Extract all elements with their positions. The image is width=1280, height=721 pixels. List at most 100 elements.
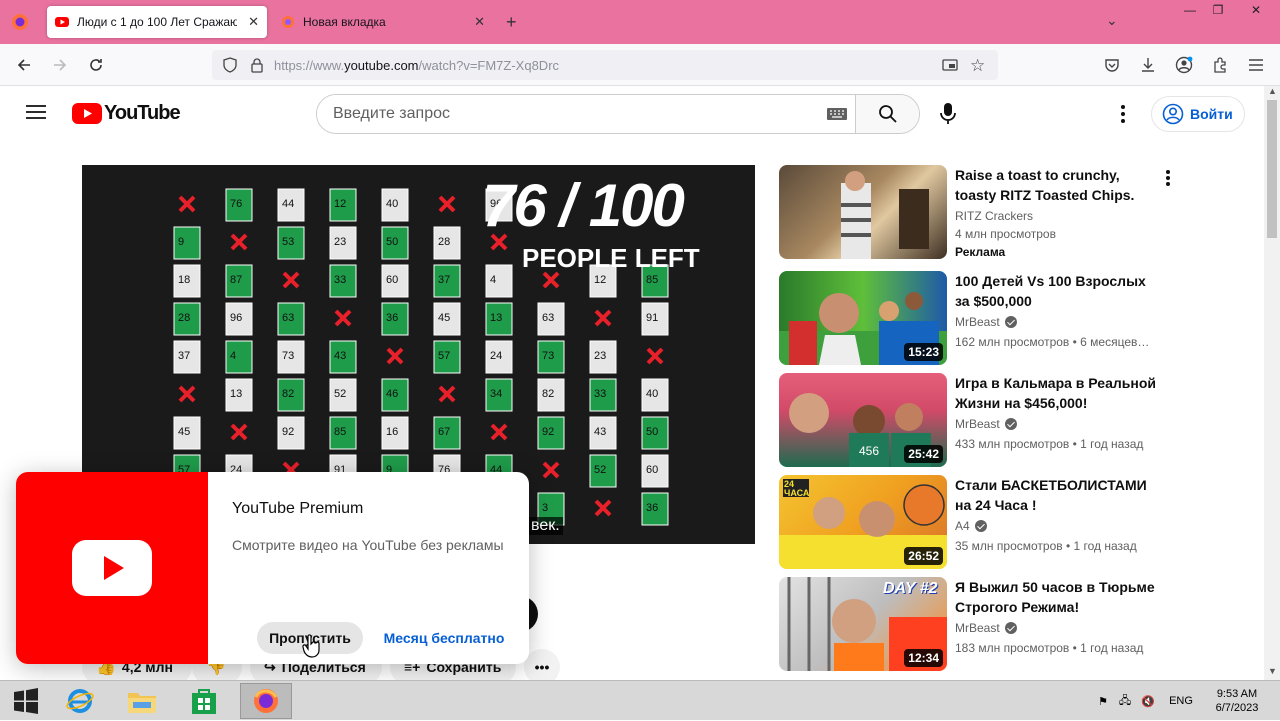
scroll-down-arrow-icon[interactable]: ▼ bbox=[1268, 666, 1277, 676]
seat-number: 82 bbox=[542, 388, 554, 400]
windows-logo-icon bbox=[14, 688, 38, 714]
video-title[interactable]: Я Выжил 50 часов в Тюрьме Строгого Режим… bbox=[955, 577, 1163, 617]
people-left-counter: 76 / 100 bbox=[482, 171, 685, 240]
related-video-ad[interactable]: Raise a toast to crunchy, toasty RITZ To… bbox=[779, 165, 1179, 261]
volume-muted-icon[interactable]: 🔇 bbox=[1136, 695, 1160, 708]
seat-number: 45 bbox=[438, 312, 450, 324]
video-duration: 15:23 bbox=[904, 343, 943, 361]
related-video[interactable]: 15:23 100 Детей Vs 100 Взрослых за $500,… bbox=[779, 271, 1179, 367]
seat-number: 50 bbox=[646, 426, 658, 438]
seat-number: 60 bbox=[646, 464, 658, 476]
firefox-menu-icon[interactable] bbox=[10, 12, 30, 32]
new-tab-plus-icon[interactable]: + bbox=[506, 12, 517, 33]
video-duration: 12:34 bbox=[904, 649, 943, 667]
input-language[interactable]: ENG bbox=[1160, 695, 1202, 707]
scrollbar-thumb[interactable] bbox=[1267, 100, 1277, 238]
file-explorer-taskbar-icon[interactable] bbox=[116, 683, 168, 719]
more-actions-button[interactable]: ••• bbox=[524, 649, 560, 680]
channel-name[interactable]: RITZ Crackers bbox=[955, 209, 1033, 223]
seat-number: 45 bbox=[178, 426, 190, 438]
picture-in-picture-icon[interactable] bbox=[942, 57, 958, 78]
video-thumbnail[interactable]: 456 25:42 bbox=[779, 373, 947, 467]
youtube-logo-text: YouTube bbox=[104, 102, 181, 124]
internet-explorer-taskbar-icon[interactable] bbox=[54, 683, 106, 719]
network-icon[interactable]: 🖧 bbox=[1114, 692, 1136, 711]
list-all-tabs-chevron-icon[interactable]: ⌄ bbox=[1106, 12, 1118, 29]
minimize-window-icon[interactable]: — bbox=[1176, 0, 1204, 20]
seat-number: 37 bbox=[438, 274, 450, 286]
start-button[interactable] bbox=[0, 683, 52, 719]
voice-search-mic-icon[interactable] bbox=[940, 103, 956, 130]
keyboard-icon[interactable] bbox=[827, 107, 847, 126]
verified-badge-icon bbox=[974, 520, 987, 532]
extensions-icon[interactable] bbox=[1208, 53, 1232, 77]
video-title[interactable]: Стали БАСКЕТБОЛИСТАМИ на 24 Часа ! bbox=[955, 475, 1163, 515]
related-video[interactable]: DAY #2 12:34 Я Выжил 50 часов в Тюрьме С… bbox=[779, 577, 1179, 673]
video-thumbnail[interactable]: 24 ЧАСА 26:52 bbox=[779, 475, 947, 569]
related-video[interactable]: 24 ЧАСА 26:52 Стали БАСКЕТБОЛИСТАМИ на 2… bbox=[779, 475, 1179, 571]
sign-in-button[interactable]: Войти bbox=[1151, 96, 1245, 132]
seat-number: 73 bbox=[542, 350, 554, 362]
seat-number: 60 bbox=[386, 274, 398, 286]
seat-number: 63 bbox=[542, 312, 554, 324]
clock[interactable]: 9:53 AM 6/7/2023 bbox=[1202, 687, 1272, 715]
microsoft-store-taskbar-icon[interactable] bbox=[178, 683, 230, 719]
video-title[interactable]: 100 Детей Vs 100 Взрослых за $500,000 bbox=[955, 271, 1163, 311]
counter-text: 76 / 100 bbox=[482, 172, 685, 239]
downloads-icon[interactable] bbox=[1136, 53, 1160, 77]
seat-number: 28 bbox=[178, 312, 190, 324]
video-thumbnail[interactable] bbox=[779, 165, 947, 259]
windows-taskbar: ⚑ 🖧 🔇 ENG 9:53 AM 6/7/2023 bbox=[0, 680, 1280, 720]
premium-banner bbox=[16, 472, 208, 664]
youtube-logo[interactable]: YouTube bbox=[72, 102, 181, 125]
search-button[interactable] bbox=[855, 95, 919, 133]
free-trial-button[interactable]: Месяц бесплатно bbox=[378, 622, 510, 654]
account-icon[interactable] bbox=[1172, 53, 1196, 77]
promo-description: Смотрите видео на YouTube без рекламы bbox=[232, 537, 504, 553]
more-settings-icon[interactable] bbox=[1120, 104, 1126, 129]
channel-name[interactable]: MrBeast bbox=[955, 417, 1017, 431]
tab-youtube-video[interactable]: Люди с 1 до 100 Лет Сражаются ✕ bbox=[47, 6, 267, 38]
back-arrow-icon[interactable] bbox=[12, 53, 36, 77]
seat-number: 43 bbox=[334, 350, 346, 362]
action-center-flag-icon[interactable]: ⚑ bbox=[1092, 695, 1114, 708]
video-duration: 26:52 bbox=[904, 547, 943, 565]
address-bar[interactable]: https://www.youtube.com/watch?v=FM7Z-Xq8… bbox=[212, 50, 998, 80]
channel-name[interactable]: A4 bbox=[955, 519, 987, 533]
shield-icon[interactable] bbox=[222, 57, 238, 78]
hamburger-menu-icon[interactable] bbox=[1244, 53, 1268, 77]
close-tab-icon[interactable]: ✕ bbox=[248, 14, 259, 30]
channel-name[interactable]: MrBeast bbox=[955, 315, 1017, 329]
forward-arrow-icon[interactable] bbox=[48, 53, 72, 77]
restore-window-icon[interactable]: ❐ bbox=[1204, 0, 1232, 20]
more-options-icon[interactable] bbox=[1165, 169, 1171, 192]
seat-number: 85 bbox=[646, 274, 658, 286]
tab-new-tab[interactable]: Новая вкладка ✕ bbox=[273, 6, 493, 38]
search-input[interactable] bbox=[317, 95, 857, 133]
lock-icon[interactable] bbox=[250, 57, 264, 78]
pocket-icon[interactable] bbox=[1100, 53, 1124, 77]
video-thumbnail[interactable]: DAY #2 12:34 bbox=[779, 577, 947, 671]
reload-icon[interactable] bbox=[84, 53, 108, 77]
system-tray: ⚑ 🖧 🔇 ENG 9:53 AM 6/7/2023 bbox=[1092, 681, 1272, 721]
seat-number: 46 bbox=[386, 388, 398, 400]
video-title[interactable]: Raise a toast to crunchy, toasty RITZ To… bbox=[955, 165, 1163, 205]
channel-name[interactable]: MrBeast bbox=[955, 621, 1017, 635]
search-icon bbox=[878, 105, 897, 123]
bookmark-star-icon[interactable]: ☆ bbox=[970, 56, 985, 76]
firefox-taskbar-icon[interactable] bbox=[240, 683, 292, 719]
video-meta: 162 млн просмотров • 6 месяцев… bbox=[955, 335, 1150, 349]
youtube-play-logo-icon bbox=[72, 540, 152, 596]
related-video[interactable]: 456 25:42 Игра в Кальмара в Реальной Жиз… bbox=[779, 373, 1179, 469]
browser-tab-bar: Люди с 1 до 100 Лет Сражаются ✕ Новая вк… bbox=[0, 0, 1280, 44]
video-title[interactable]: Игра в Кальмара в Реальной Жизни на $456… bbox=[955, 373, 1163, 413]
close-tab-icon[interactable]: ✕ bbox=[474, 14, 485, 30]
seat-number: 52 bbox=[594, 464, 606, 476]
scroll-up-arrow-icon[interactable]: ▲ bbox=[1268, 86, 1277, 96]
close-window-icon[interactable]: ✕ bbox=[1232, 0, 1280, 20]
guide-menu-icon[interactable] bbox=[26, 104, 46, 125]
seat-number: 40 bbox=[646, 388, 658, 400]
seat-number: 33 bbox=[594, 388, 606, 400]
video-thumbnail[interactable]: 15:23 bbox=[779, 271, 947, 365]
page-scrollbar[interactable]: ▲ ▼ bbox=[1264, 86, 1280, 680]
